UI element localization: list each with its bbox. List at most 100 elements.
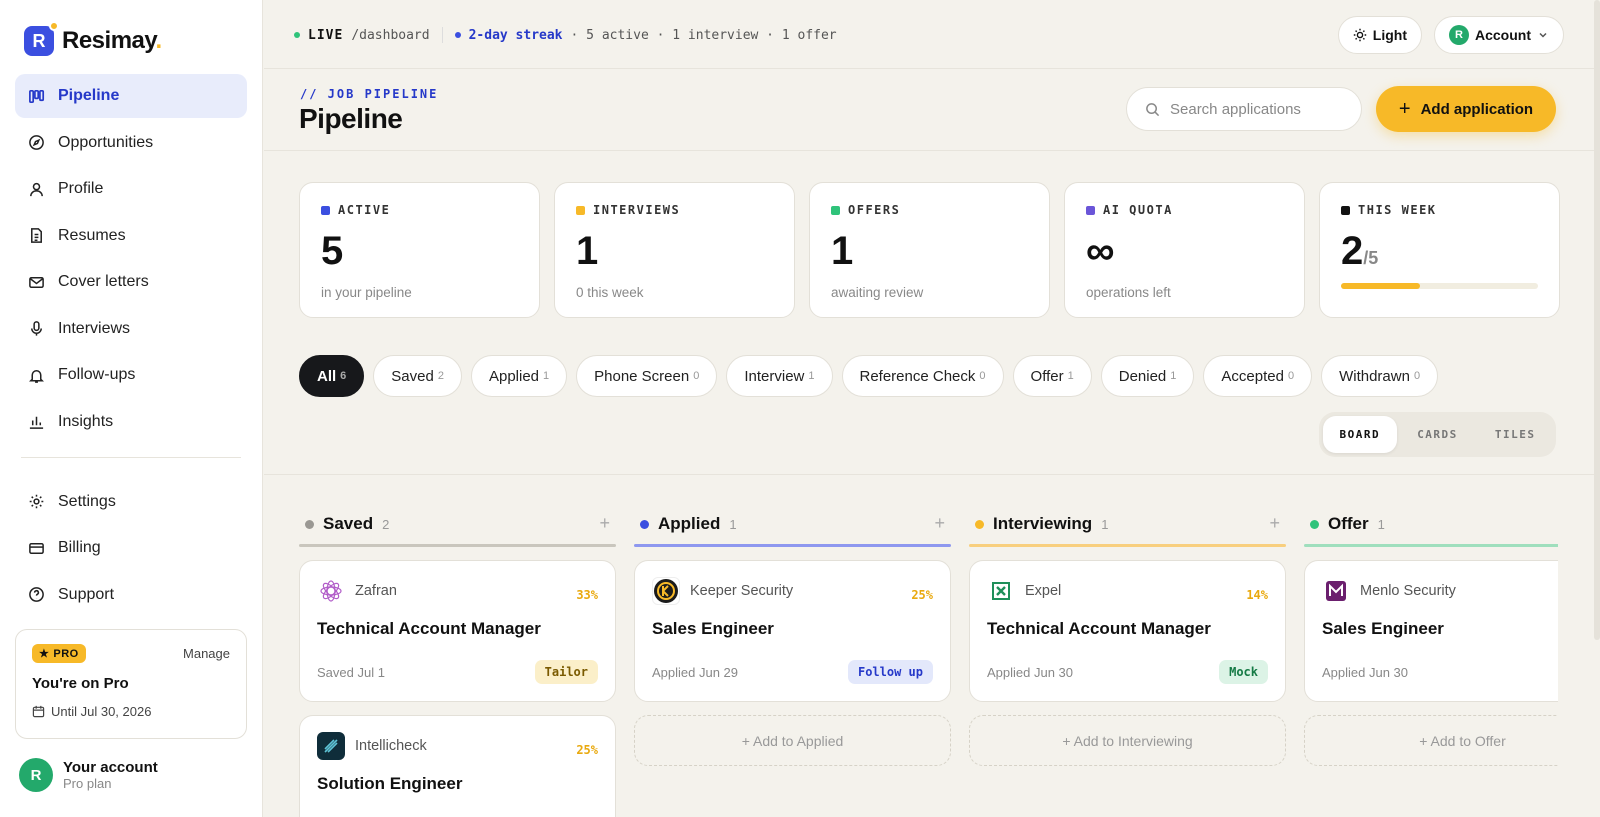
status-summary: · 5 active · 1 interview · 1 offer — [570, 27, 837, 43]
add-application-button[interactable]: + Add application — [1376, 86, 1556, 132]
account-menu-button[interactable]: R Account — [1434, 16, 1564, 54]
card-date: Saved Jul 1 — [317, 664, 385, 680]
add-to-applied-button[interactable]: + Add to Applied — [634, 715, 951, 766]
sidebar-item-interviews[interactable]: Interviews — [15, 307, 247, 351]
help-circle-icon — [29, 587, 44, 602]
calendar-icon — [32, 705, 45, 718]
application-card[interactable]: Keeper Security 25% Sales Engineer Appli… — [634, 560, 951, 702]
sidebar-item-cover-letters[interactable]: Cover letters — [15, 260, 247, 304]
stat-value: 2/5 — [1341, 229, 1379, 273]
streak-label: 2-day streak — [468, 27, 563, 43]
pipeline-board: Saved 2 + Zafran 33% Technical Account M… — [299, 505, 1558, 817]
column-saved: Saved 2 + Zafran 33% Technical Account M… — [299, 505, 616, 817]
manage-plan-link[interactable]: Manage — [183, 646, 230, 661]
match-percent: 33% — [576, 588, 598, 602]
intellicheck-logo-icon — [317, 732, 345, 760]
filter-chip-saved[interactable]: Saved 2 — [373, 355, 462, 397]
status-dot-icon — [640, 519, 649, 529]
tailor-action-badge[interactable]: Tailor — [534, 660, 598, 684]
role-title: Technical Account Manager — [317, 619, 541, 638]
sidebar-item-profile[interactable]: Profile — [15, 167, 247, 211]
sidebar-account[interactable]: R Your account Pro plan — [19, 758, 158, 792]
status-separator — [441, 27, 443, 43]
filter-chip-applied[interactable]: Applied 1 — [470, 355, 568, 397]
stat-label: THIS WEEK — [1341, 203, 1538, 217]
page-title: Pipeline — [299, 103, 403, 134]
add-to-offer-button[interactable]: + Add to Offer — [1304, 715, 1558, 766]
view-board-button[interactable]: BOARD — [1323, 416, 1397, 453]
sidebar-item-insights[interactable]: Insights — [15, 400, 247, 444]
application-card[interactable]: Zafran 33% Technical Account Manager Sav… — [299, 560, 616, 702]
column-interviewing: Interviewing 1 + Expel 14% Technical Acc… — [969, 505, 1286, 766]
status-dot-icon — [1310, 519, 1319, 529]
sidebar-item-label: Cover letters — [58, 273, 149, 290]
sidebar-item-follow-ups[interactable]: Follow-ups — [15, 353, 247, 397]
column-header: Offer 1 — [1304, 505, 1558, 543]
sidebar-item-pipeline[interactable]: Pipeline — [15, 74, 247, 118]
sidebar-item-label: Profile — [58, 180, 104, 197]
page-header: // JOB PIPELINE Pipeline Search applicat… — [264, 69, 1600, 151]
application-card[interactable]: Expel 14% Technical Account Manager Appl… — [969, 560, 1286, 702]
add-card-icon[interactable]: + — [1269, 513, 1280, 534]
menlo-logo-icon — [1322, 577, 1350, 605]
add-card-icon[interactable]: + — [599, 513, 610, 534]
stat-card-active[interactable]: ACTIVE 5 in your pipeline — [299, 182, 540, 318]
sidebar-item-label: Support — [58, 585, 115, 603]
sidebar-item-billing[interactable]: Billing — [15, 526, 247, 570]
column-header: Applied 1 + — [634, 505, 951, 543]
search-input[interactable]: Search applications — [1126, 87, 1362, 131]
nav-divider — [21, 456, 241, 458]
theme-toggle-button[interactable]: Light — [1337, 16, 1422, 54]
view-tiles-button[interactable]: TILES — [1478, 416, 1552, 453]
filter-chip-reference-check[interactable]: Reference Check 0 — [841, 355, 1004, 397]
filter-chip-offer[interactable]: Offer 1 — [1012, 355, 1092, 397]
live-label: LIVE — [308, 27, 344, 43]
sidebar-item-settings[interactable]: Settings — [15, 480, 247, 524]
page-scrollbar[interactable] — [1594, 0, 1600, 640]
status-filters: All 6 Saved 2 Applied 1 Phone Screen 0 Inter… — [299, 355, 1439, 397]
mock-action-badge[interactable]: Mock — [1219, 660, 1268, 684]
stat-card-this-week[interactable]: THIS WEEK 2/5 — [1319, 182, 1560, 318]
topbar-actions: Light R Account — [1337, 16, 1564, 54]
stats-row: ACTIVE 5 in your pipeline INTERVIEWS 1 0… — [299, 182, 1560, 318]
stat-card-interviews[interactable]: INTERVIEWS 1 0 this week — [554, 182, 795, 318]
sidebar: R Resimay. Pipeline Opportunities Profil… — [0, 0, 263, 817]
sidebar-item-resumes[interactable]: Resumes — [15, 214, 247, 258]
stat-card-ai-quota[interactable]: AI QUOTA ∞ operations left — [1064, 182, 1305, 318]
square-icon — [321, 205, 330, 215]
add-card-icon[interactable]: + — [934, 513, 945, 534]
stat-value: 1 — [831, 229, 854, 273]
progress-fill — [1341, 283, 1420, 289]
add-to-interviewing-button[interactable]: + Add to Interviewing — [969, 715, 1286, 766]
current-path: /dashboard — [351, 27, 430, 43]
stat-label: OFFERS — [831, 203, 1028, 217]
filter-chip-all[interactable]: All 6 — [299, 355, 365, 397]
document-icon — [31, 228, 42, 243]
stat-card-offers[interactable]: OFFERS 1 awaiting review — [809, 182, 1050, 318]
search-icon — [1146, 102, 1160, 116]
filter-chip-withdrawn[interactable]: Withdrawn 0 — [1321, 355, 1439, 397]
board-divider — [264, 474, 1600, 475]
company-name: Keeper Security — [690, 583, 794, 599]
plus-icon: + — [1398, 98, 1411, 120]
column-underline — [634, 544, 951, 547]
square-icon — [831, 205, 840, 215]
filter-chip-interview[interactable]: Interview 1 — [726, 355, 833, 397]
topbar: LIVE /dashboard 2-day streak · 5 active … — [264, 0, 1600, 69]
follow-up-action-badge[interactable]: Follow up — [847, 660, 933, 684]
filter-chip-denied[interactable]: Denied 1 — [1100, 355, 1195, 397]
filter-chip-phone-screen[interactable]: Phone Screen 0 — [576, 355, 718, 397]
stat-subtitle: operations left — [1086, 285, 1171, 300]
bell-icon — [29, 369, 44, 383]
live-dot-icon — [294, 32, 300, 38]
view-cards-button[interactable]: CARDS — [1401, 416, 1475, 453]
sidebar-item-opportunities[interactable]: Opportunities — [15, 121, 247, 165]
filter-chip-accepted[interactable]: Accepted 0 — [1203, 355, 1313, 397]
brand-logo[interactable]: R Resimay. — [24, 21, 162, 56]
card-date: Applied Jun 29 — [652, 664, 739, 680]
application-card[interactable]: Intellicheck 25% Solution Engineer — [299, 715, 616, 817]
application-card[interactable]: Menlo Security Sales Engineer Applied Ju… — [1304, 560, 1558, 702]
sidebar-item-support[interactable]: Support — [15, 573, 247, 617]
avatar: R — [19, 758, 53, 792]
avatar: R — [1449, 25, 1469, 45]
